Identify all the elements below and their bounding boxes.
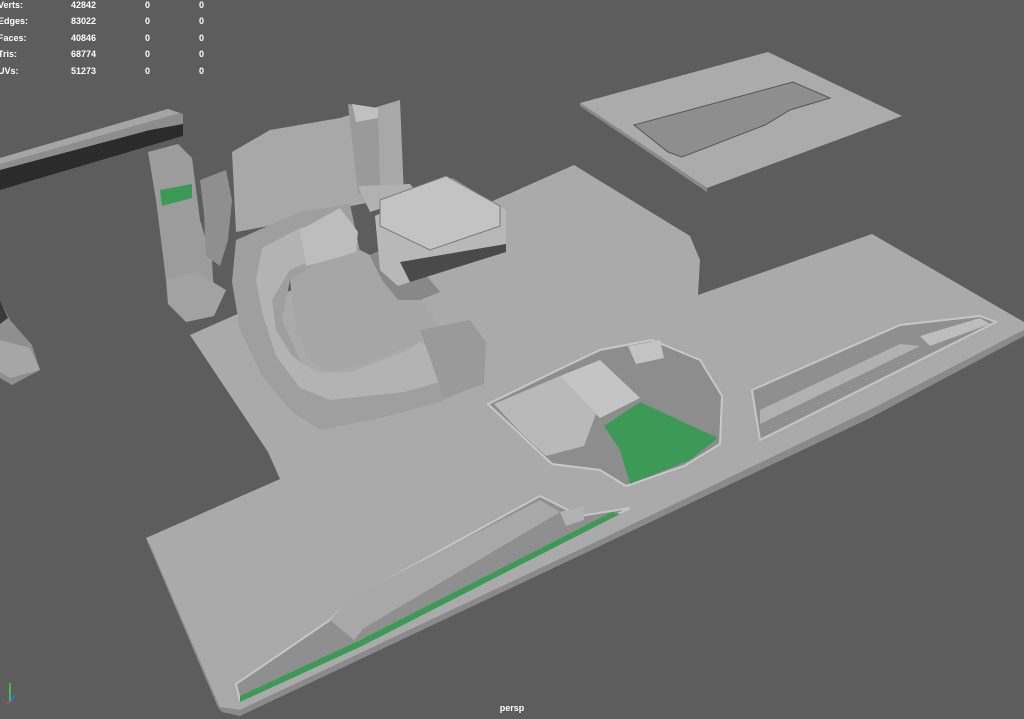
stat-component: 0: [199, 33, 205, 43]
stat-label: Faces:: [0, 33, 27, 43]
stat-row-tris: Tris: 68774 0 0: [0, 49, 220, 61]
scene-render[interactable]: [0, 0, 1024, 719]
stat-total: 40846: [70, 33, 96, 43]
stat-component: 0: [199, 0, 205, 10]
stat-row-uvs: UVs: 51273 0 0: [0, 66, 220, 78]
stat-total: 51273: [70, 66, 96, 76]
stat-component: 0: [199, 16, 205, 26]
poly-count-hud: Verts: 42842 0 0 Edges: 83022 0 0 Faces:…: [0, 0, 220, 80]
stat-row-verts: Verts: 42842 0 0: [0, 0, 220, 12]
stat-component: 0: [199, 66, 205, 76]
stat-label: Verts:: [0, 0, 24, 10]
stat-selected: 0: [145, 0, 151, 10]
stat-total: 83022: [70, 16, 96, 26]
stat-selected: 0: [145, 33, 151, 43]
stat-component: 0: [199, 49, 205, 59]
stat-total: 42842: [70, 0, 96, 10]
right-plate-mesh[interactable]: [580, 52, 902, 192]
stat-selected: 0: [145, 16, 151, 26]
stat-label: Edges:: [0, 16, 29, 26]
stat-label: Tris:: [0, 49, 18, 59]
stat-selected: 0: [145, 49, 151, 59]
stat-label: UVs:: [0, 66, 19, 76]
left-pillar-mesh[interactable]: [0, 300, 40, 385]
stat-selected: 0: [145, 66, 151, 76]
stat-total: 68774: [70, 49, 96, 59]
camera-name-label: persp: [499, 703, 525, 713]
perspective-viewport[interactable]: Verts: 42842 0 0 Edges: 83022 0 0 Faces:…: [0, 0, 1024, 719]
stat-row-edges: Edges: 83022 0 0: [0, 16, 220, 28]
stat-row-faces: Faces: 40846 0 0: [0, 33, 220, 45]
